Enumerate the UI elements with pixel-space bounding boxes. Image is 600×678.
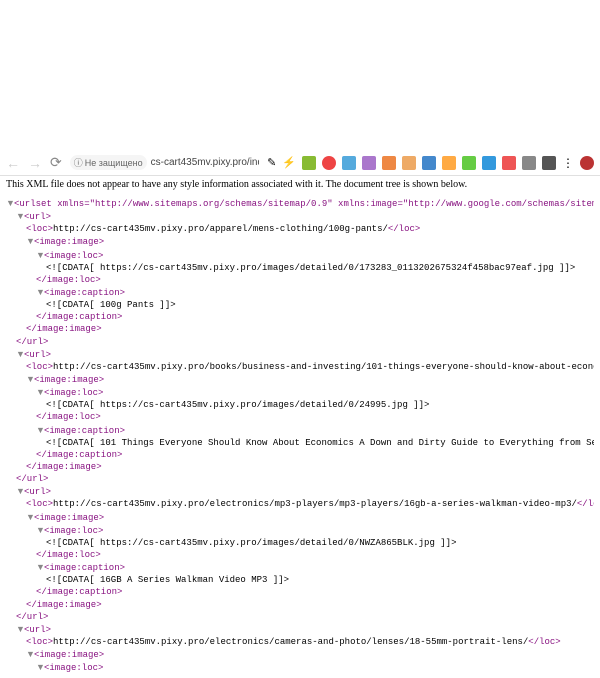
toggle-icon[interactable]: ▼ [16,485,24,497]
browser-toolbar: ← → ⟳ ⓘ Не защищено cs-cart435mv.pixy.pr… [0,150,600,176]
ext-icon[interactable] [542,156,556,170]
xml-message: This XML file does not appear to have an… [0,176,600,193]
ext-icon[interactable] [362,156,376,170]
toggle-icon[interactable]: ▼ [6,197,14,209]
extension-icons: ✎ ⚡ ⋮ [267,156,594,170]
ext-icon[interactable]: ✎ [267,156,276,169]
xml-tree: ▼<urlset xmlns="http://www.sitemaps.org/… [0,193,600,678]
toggle-icon[interactable]: ▼ [26,235,34,247]
toggle-icon[interactable]: ▼ [36,661,44,673]
toggle-icon[interactable]: ▼ [26,648,34,660]
toggle-icon[interactable]: ▼ [36,286,44,298]
url-text: cs-cart435mv.pixy.pro/index.php?dispatch… [151,157,259,168]
toggle-icon[interactable]: ▼ [36,249,44,261]
address-bar[interactable]: ⓘ Не защищено cs-cart435mv.pixy.pro/inde… [70,155,259,170]
toggle-icon[interactable]: ▼ [16,210,24,222]
toggle-icon[interactable]: ▼ [36,524,44,536]
profile-avatar[interactable] [580,156,594,170]
toggle-icon[interactable]: ▼ [36,561,44,573]
ext-icon[interactable] [322,156,336,170]
back-icon[interactable]: ← [6,155,20,171]
toggle-icon[interactable]: ▼ [26,511,34,523]
ext-icon[interactable] [382,156,396,170]
blank-area [0,0,600,150]
ext-icon[interactable] [522,156,536,170]
ext-icon[interactable] [302,156,316,170]
ext-icon[interactable] [402,156,416,170]
ext-icon[interactable] [442,156,456,170]
ext-icon[interactable] [422,156,436,170]
toggle-icon[interactable]: ▼ [36,424,44,436]
info-icon: ⓘ [74,156,83,169]
toggle-icon[interactable]: ▼ [16,623,24,635]
ext-icon[interactable] [342,156,356,170]
ext-icon[interactable]: ⚡ [282,156,296,169]
security-badge[interactable]: ⓘ Не защищено [70,155,147,170]
forward-icon[interactable]: → [28,155,42,171]
security-label: Не защищено [85,158,143,168]
toggle-icon[interactable]: ▼ [16,348,24,360]
toggle-icon[interactable]: ▼ [26,373,34,385]
ext-icon[interactable] [482,156,496,170]
toggle-icon[interactable]: ▼ [36,386,44,398]
ext-icon[interactable] [462,156,476,170]
menu-icon[interactable]: ⋮ [562,156,574,170]
ext-icon[interactable] [502,156,516,170]
reload-icon[interactable]: ⟳ [50,154,62,171]
